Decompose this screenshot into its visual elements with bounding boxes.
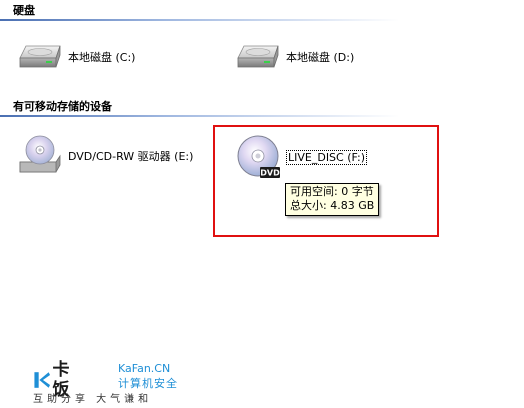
group-header-hard-disks: 硬盘 bbox=[13, 4, 35, 17]
logo-text-en: KaFan.CN bbox=[118, 362, 171, 375]
hard-drive-icon bbox=[19, 45, 61, 68]
logo-text-sub: 计算机安全 bbox=[118, 377, 178, 390]
logo-slogan: 互助分享 大气谦和 bbox=[33, 394, 153, 405]
group-header-removable: 有可移动存储的设备 bbox=[13, 100, 112, 113]
drive-c[interactable]: 本地磁盘 (C:) bbox=[16, 42, 135, 72]
drive-label: 本地磁盘 (C:) bbox=[68, 51, 136, 64]
group-divider-removable bbox=[0, 115, 470, 117]
drive-e[interactable]: DVD/CD-RW 驱动器 (E:) bbox=[16, 132, 193, 180]
tooltip-total-size: 总大小: 4.83 GB bbox=[290, 199, 375, 212]
highlight-box bbox=[213, 125, 439, 237]
drive-label: 本地磁盘 (D:) bbox=[286, 51, 355, 64]
drive-label: DVD/CD-RW 驱动器 (E:) bbox=[68, 150, 194, 163]
group-divider-hard-disks bbox=[0, 19, 470, 21]
drive-d[interactable]: 本地磁盘 (D:) bbox=[234, 42, 354, 72]
drive-tooltip: 可用空间: 0 字节 总大小: 4.83 GB bbox=[285, 183, 380, 216]
dvd-drive-icon bbox=[19, 135, 61, 173]
hard-drive-icon bbox=[237, 45, 279, 68]
tooltip-free-space: 可用空间: 0 字节 bbox=[290, 185, 374, 198]
